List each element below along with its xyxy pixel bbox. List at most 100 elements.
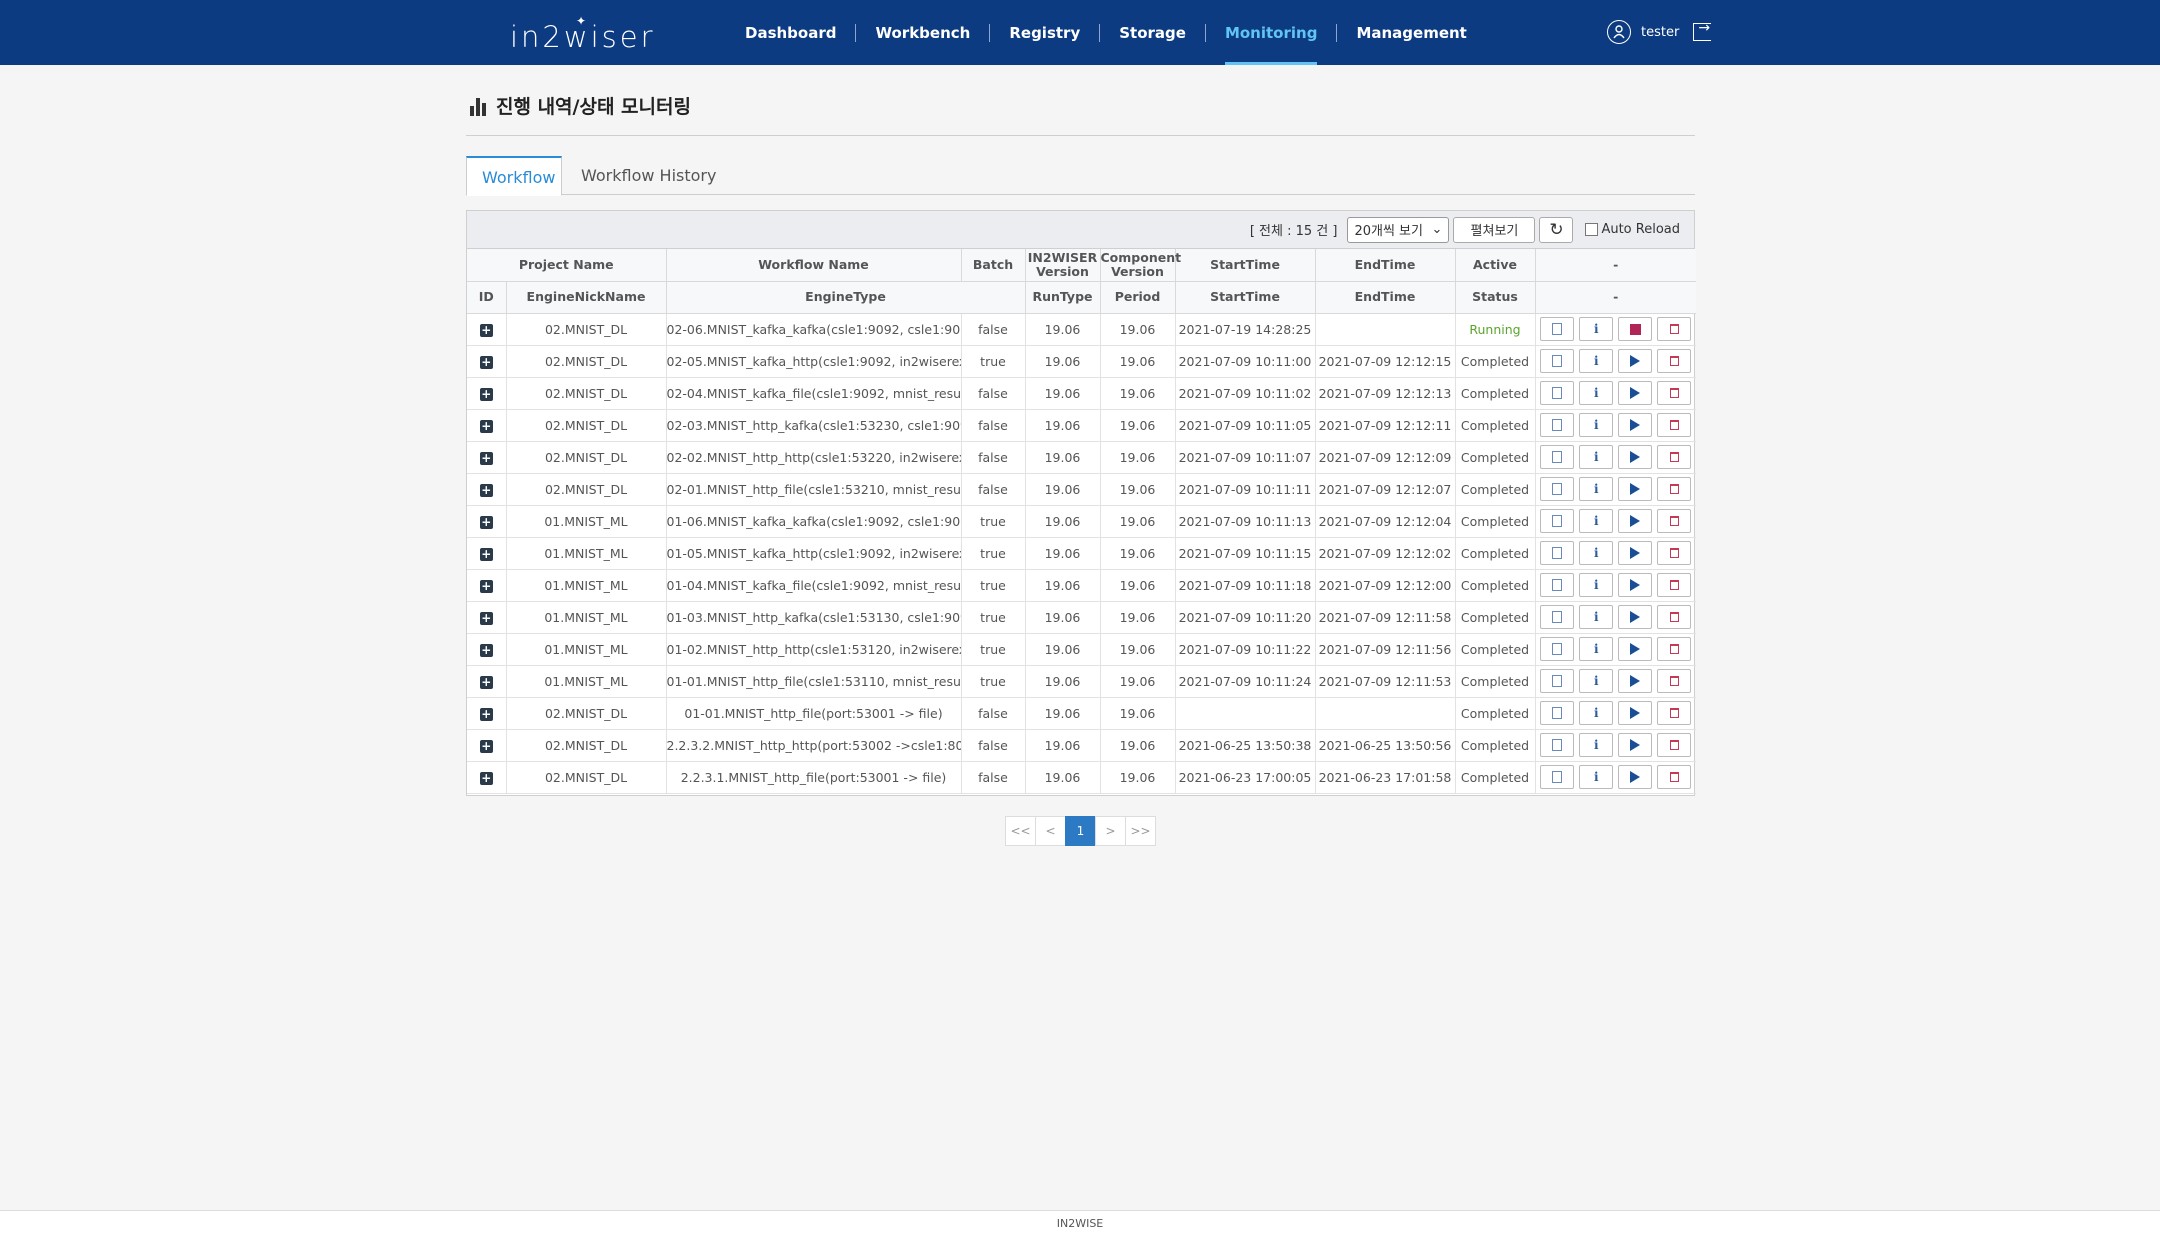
expand-row-icon[interactable]: +: [467, 377, 507, 410]
nav-monitoring[interactable]: Monitoring: [1206, 0, 1336, 65]
expand-row-icon[interactable]: +: [467, 409, 507, 442]
expand-row-icon[interactable]: +: [467, 601, 507, 634]
col-runtype[interactable]: RunType: [1025, 281, 1101, 314]
log-button[interactable]: [1540, 765, 1575, 789]
delete-button[interactable]: [1657, 733, 1692, 757]
info-button[interactable]: i: [1579, 637, 1614, 661]
tab-workflow-history[interactable]: Workflow History: [566, 156, 731, 196]
col-period[interactable]: Period: [1100, 281, 1176, 314]
expand-row-icon[interactable]: +: [467, 473, 507, 506]
col-endtime[interactable]: EndTime: [1315, 249, 1456, 282]
info-button[interactable]: i: [1579, 317, 1614, 341]
log-button[interactable]: [1540, 349, 1575, 373]
nav-dashboard[interactable]: Dashboard: [726, 0, 855, 65]
log-button[interactable]: [1540, 573, 1575, 597]
table-row[interactable]: +01.MNIST_ML 01-05.MNIST_kafka_http(csle1…: [467, 537, 1696, 570]
in2wiser-logo[interactable]: in2wiser ✦: [510, 14, 656, 54]
info-button[interactable]: i: [1579, 765, 1614, 789]
delete-button[interactable]: [1657, 637, 1692, 661]
run-button[interactable]: [1618, 349, 1653, 373]
col-status[interactable]: Status: [1455, 281, 1536, 314]
log-button[interactable]: [1540, 509, 1575, 533]
next-page-button[interactable]: >: [1095, 816, 1126, 846]
info-button[interactable]: i: [1579, 733, 1614, 757]
table-row[interactable]: +02.MNIST_DL 2.2.3.1.MNIST_http_file(port…: [467, 761, 1696, 794]
log-button[interactable]: [1540, 317, 1575, 341]
expand-all-button[interactable]: 펼쳐보기: [1453, 216, 1536, 243]
log-button[interactable]: [1540, 413, 1575, 437]
col-starttime[interactable]: StartTime: [1175, 249, 1316, 282]
run-button[interactable]: [1618, 605, 1653, 629]
col-endtime-2[interactable]: EndTime: [1315, 281, 1456, 314]
run-button[interactable]: [1618, 413, 1653, 437]
user-icon[interactable]: [1607, 20, 1631, 44]
nav-storage[interactable]: Storage: [1100, 0, 1205, 65]
table-row[interactable]: +02.MNIST_DL 02-02.MNIST_http_http(csle1:…: [467, 441, 1696, 474]
log-button[interactable]: [1540, 669, 1575, 693]
refresh-button[interactable]: ↻: [1539, 216, 1574, 243]
log-button[interactable]: [1540, 445, 1575, 469]
col-batch[interactable]: Batch: [961, 249, 1026, 282]
info-button[interactable]: i: [1579, 413, 1614, 437]
table-row[interactable]: +02.MNIST_DL 01-01.MNIST_http_file(port:5…: [467, 697, 1696, 730]
tab-workflow[interactable]: Workflow: [466, 156, 562, 196]
nav-registry[interactable]: Registry: [990, 0, 1099, 65]
expand-row-icon[interactable]: +: [467, 505, 507, 538]
col-starttime-2[interactable]: StartTime: [1175, 281, 1316, 314]
log-button[interactable]: [1540, 605, 1575, 629]
table-row[interactable]: +02.MNIST_DL 02-01.MNIST_http_file(csle1:…: [467, 473, 1696, 506]
run-button[interactable]: [1618, 765, 1653, 789]
expand-row-icon[interactable]: +: [467, 633, 507, 666]
expand-row-icon[interactable]: +: [467, 665, 507, 698]
run-button[interactable]: [1618, 637, 1653, 661]
first-page-button[interactable]: <<: [1005, 816, 1036, 846]
info-button[interactable]: i: [1579, 509, 1614, 533]
log-button[interactable]: [1540, 637, 1575, 661]
table-row[interactable]: +02.MNIST_DL 02-04.MNIST_kafka_file(csle1…: [467, 377, 1696, 410]
info-button[interactable]: i: [1579, 445, 1614, 469]
last-page-button[interactable]: >>: [1125, 816, 1156, 846]
info-button[interactable]: i: [1579, 349, 1614, 373]
log-button[interactable]: [1540, 701, 1575, 725]
expand-row-icon[interactable]: +: [467, 345, 507, 378]
delete-button[interactable]: [1657, 445, 1692, 469]
expand-row-icon[interactable]: +: [467, 761, 507, 794]
col-engine-nickname[interactable]: EngineNickName: [506, 281, 667, 314]
table-row[interactable]: +02.MNIST_DL 2.2.3.2.MNIST_http_http(port…: [467, 729, 1696, 762]
run-button[interactable]: [1618, 445, 1653, 469]
log-button[interactable]: [1540, 477, 1575, 501]
info-button[interactable]: i: [1579, 669, 1614, 693]
info-button[interactable]: i: [1579, 605, 1614, 629]
col-project-name[interactable]: Project Name: [467, 249, 667, 282]
page-1-button[interactable]: 1: [1065, 816, 1096, 846]
col-engine-type[interactable]: EngineType: [666, 281, 1026, 314]
info-button[interactable]: i: [1579, 573, 1614, 597]
delete-button[interactable]: [1657, 765, 1692, 789]
table-row[interactable]: +02.MNIST_DL 02-05.MNIST_kafka_http(csle1…: [467, 345, 1696, 378]
delete-button[interactable]: [1657, 381, 1692, 405]
run-button[interactable]: [1618, 509, 1653, 533]
delete-button[interactable]: [1657, 349, 1692, 373]
run-button[interactable]: [1618, 477, 1653, 501]
delete-button[interactable]: [1657, 413, 1692, 437]
expand-row-icon[interactable]: +: [467, 729, 507, 762]
page-size-select[interactable]: 20개씩 보기 ⌄: [1347, 216, 1450, 243]
prev-page-button[interactable]: <: [1035, 816, 1066, 846]
col-id[interactable]: ID: [467, 281, 507, 314]
table-row[interactable]: +01.MNIST_ML 01-01.MNIST_http_file(csle1:…: [467, 665, 1696, 698]
auto-reload-toggle[interactable]: Auto Reload: [1585, 222, 1680, 237]
run-button[interactable]: [1618, 733, 1653, 757]
expand-row-icon[interactable]: +: [467, 537, 507, 570]
delete-button[interactable]: [1657, 509, 1692, 533]
delete-button[interactable]: [1657, 477, 1692, 501]
run-button[interactable]: [1618, 381, 1653, 405]
log-button[interactable]: [1540, 541, 1575, 565]
table-row[interactable]: +02.MNIST_DL 02-03.MNIST_http_kafka(csle1…: [467, 409, 1696, 442]
run-button[interactable]: [1618, 573, 1653, 597]
col-active[interactable]: Active: [1455, 249, 1536, 282]
info-button[interactable]: i: [1579, 541, 1614, 565]
stop-button[interactable]: [1618, 317, 1653, 341]
nav-management[interactable]: Management: [1337, 0, 1485, 65]
expand-row-icon[interactable]: +: [467, 441, 507, 474]
delete-button[interactable]: [1657, 605, 1692, 629]
